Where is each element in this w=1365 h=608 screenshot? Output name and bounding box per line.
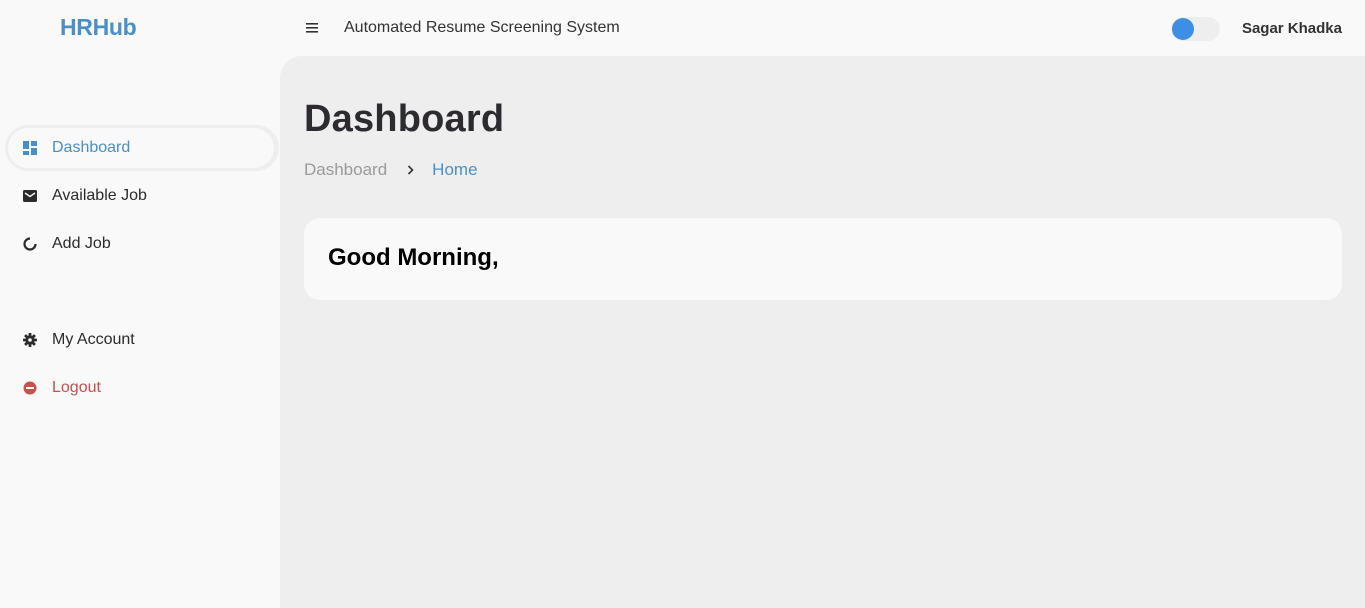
main-content: Dashboard Dashboard Home Good Morning, [280,56,1365,608]
greeting-text: Good Morning, [328,244,499,271]
chevron-right-icon [407,162,414,178]
sidebar: Dashboard Available Job Add Job My Accou… [0,56,280,608]
breadcrumb-home[interactable]: Home [432,160,477,180]
sidebar-item-logout[interactable]: Logout [8,368,276,408]
sidebar-item-my-account[interactable]: My Account [8,320,276,360]
sidebar-item-add-job[interactable]: Add Job [8,224,276,264]
app-title: Automated Resume Screening System [344,19,620,36]
theme-toggle[interactable] [1171,17,1220,41]
user-name[interactable]: Sagar Khadka [1242,20,1342,37]
dashboard-icon [22,140,38,156]
breadcrumb-dashboard[interactable]: Dashboard [304,160,387,180]
sidebar-item-label: Add Job [52,235,111,252]
greeting-card: Good Morning, [304,218,1342,300]
page-title: Dashboard [304,98,505,140]
toggle-knob [1172,18,1194,40]
refresh-icon [22,236,38,252]
breadcrumb: Dashboard Home [304,160,478,180]
gear-icon [22,332,38,348]
sidebar-item-available-job[interactable]: Available Job [8,176,276,216]
sidebar-item-label: Logout [52,379,101,396]
top-bar: HRHub Automated Resume Screening System … [0,0,1365,56]
mail-icon [22,188,38,204]
sidebar-item-dashboard[interactable]: Dashboard [8,128,276,168]
brand-logo[interactable]: HRHub [60,14,137,41]
sidebar-item-label: My Account [52,331,135,348]
sidebar-item-label: Available Job [52,187,147,204]
hamburger-icon [306,23,318,33]
sidebar-item-label: Dashboard [52,139,131,156]
hamburger-menu-button[interactable] [302,18,322,38]
logout-icon [22,380,38,396]
